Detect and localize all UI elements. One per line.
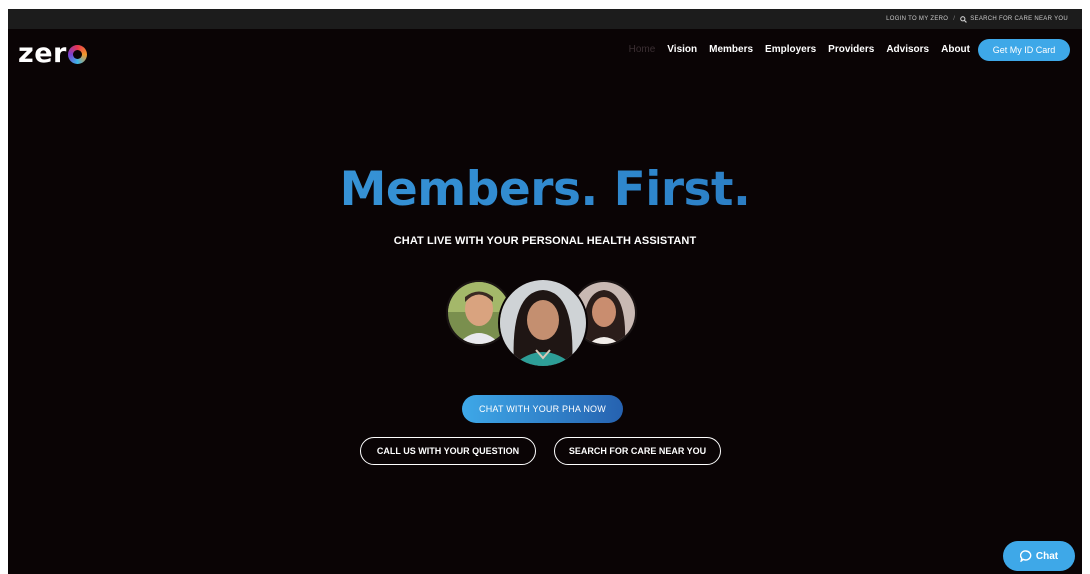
search-icon[interactable] <box>960 15 968 23</box>
avatar-woman-center <box>498 278 588 368</box>
logo-text: zer <box>18 38 67 69</box>
nav-item-members[interactable]: Members <box>709 44 753 55</box>
nav-menu: Home Vision Members Employers Providers … <box>629 44 970 55</box>
nav-item-home[interactable]: Home <box>629 44 656 55</box>
page-frame: LOGIN TO MY ZERO / SEARCH FOR CARE NEAR … <box>8 9 1082 574</box>
login-link[interactable]: LOGIN TO MY ZERO <box>886 16 948 22</box>
main-nav: zer Home Vision Members Employers Provid… <box>8 29 1082 77</box>
hero-title: Members. First. <box>8 162 1082 217</box>
logo-ring-icon <box>67 45 87 64</box>
call-us-button[interactable]: CALL US WITH YOUR QUESTION <box>360 437 536 465</box>
nav-item-about[interactable]: About <box>941 44 970 55</box>
search-care-button[interactable]: SEARCH FOR CARE NEAR YOU <box>554 437 721 465</box>
chat-widget-label: Chat <box>1035 550 1059 562</box>
assistant-avatars <box>446 278 641 373</box>
utility-bar: LOGIN TO MY ZERO / SEARCH FOR CARE NEAR … <box>8 9 1082 29</box>
chat-widget-button[interactable]: Chat <box>1003 541 1075 571</box>
search-care-link[interactable]: SEARCH FOR CARE NEAR YOU <box>970 16 1068 22</box>
nav-item-providers[interactable]: Providers <box>828 44 874 55</box>
nav-item-employers[interactable]: Employers <box>765 44 816 55</box>
get-id-card-button[interactable]: Get My ID Card <box>978 39 1070 61</box>
topbar-separator: / <box>953 16 956 22</box>
nav-item-advisors[interactable]: Advisors <box>886 44 929 55</box>
zero-logo[interactable]: zer <box>18 38 87 69</box>
hero-subtitle: CHAT LIVE WITH YOUR PERSONAL HEALTH ASSI… <box>393 235 697 247</box>
chat-with-pha-button[interactable]: CHAT WITH YOUR PHA NOW <box>462 395 623 423</box>
chat-bubble-icon <box>1019 550 1032 562</box>
nav-item-vision[interactable]: Vision <box>667 44 697 55</box>
